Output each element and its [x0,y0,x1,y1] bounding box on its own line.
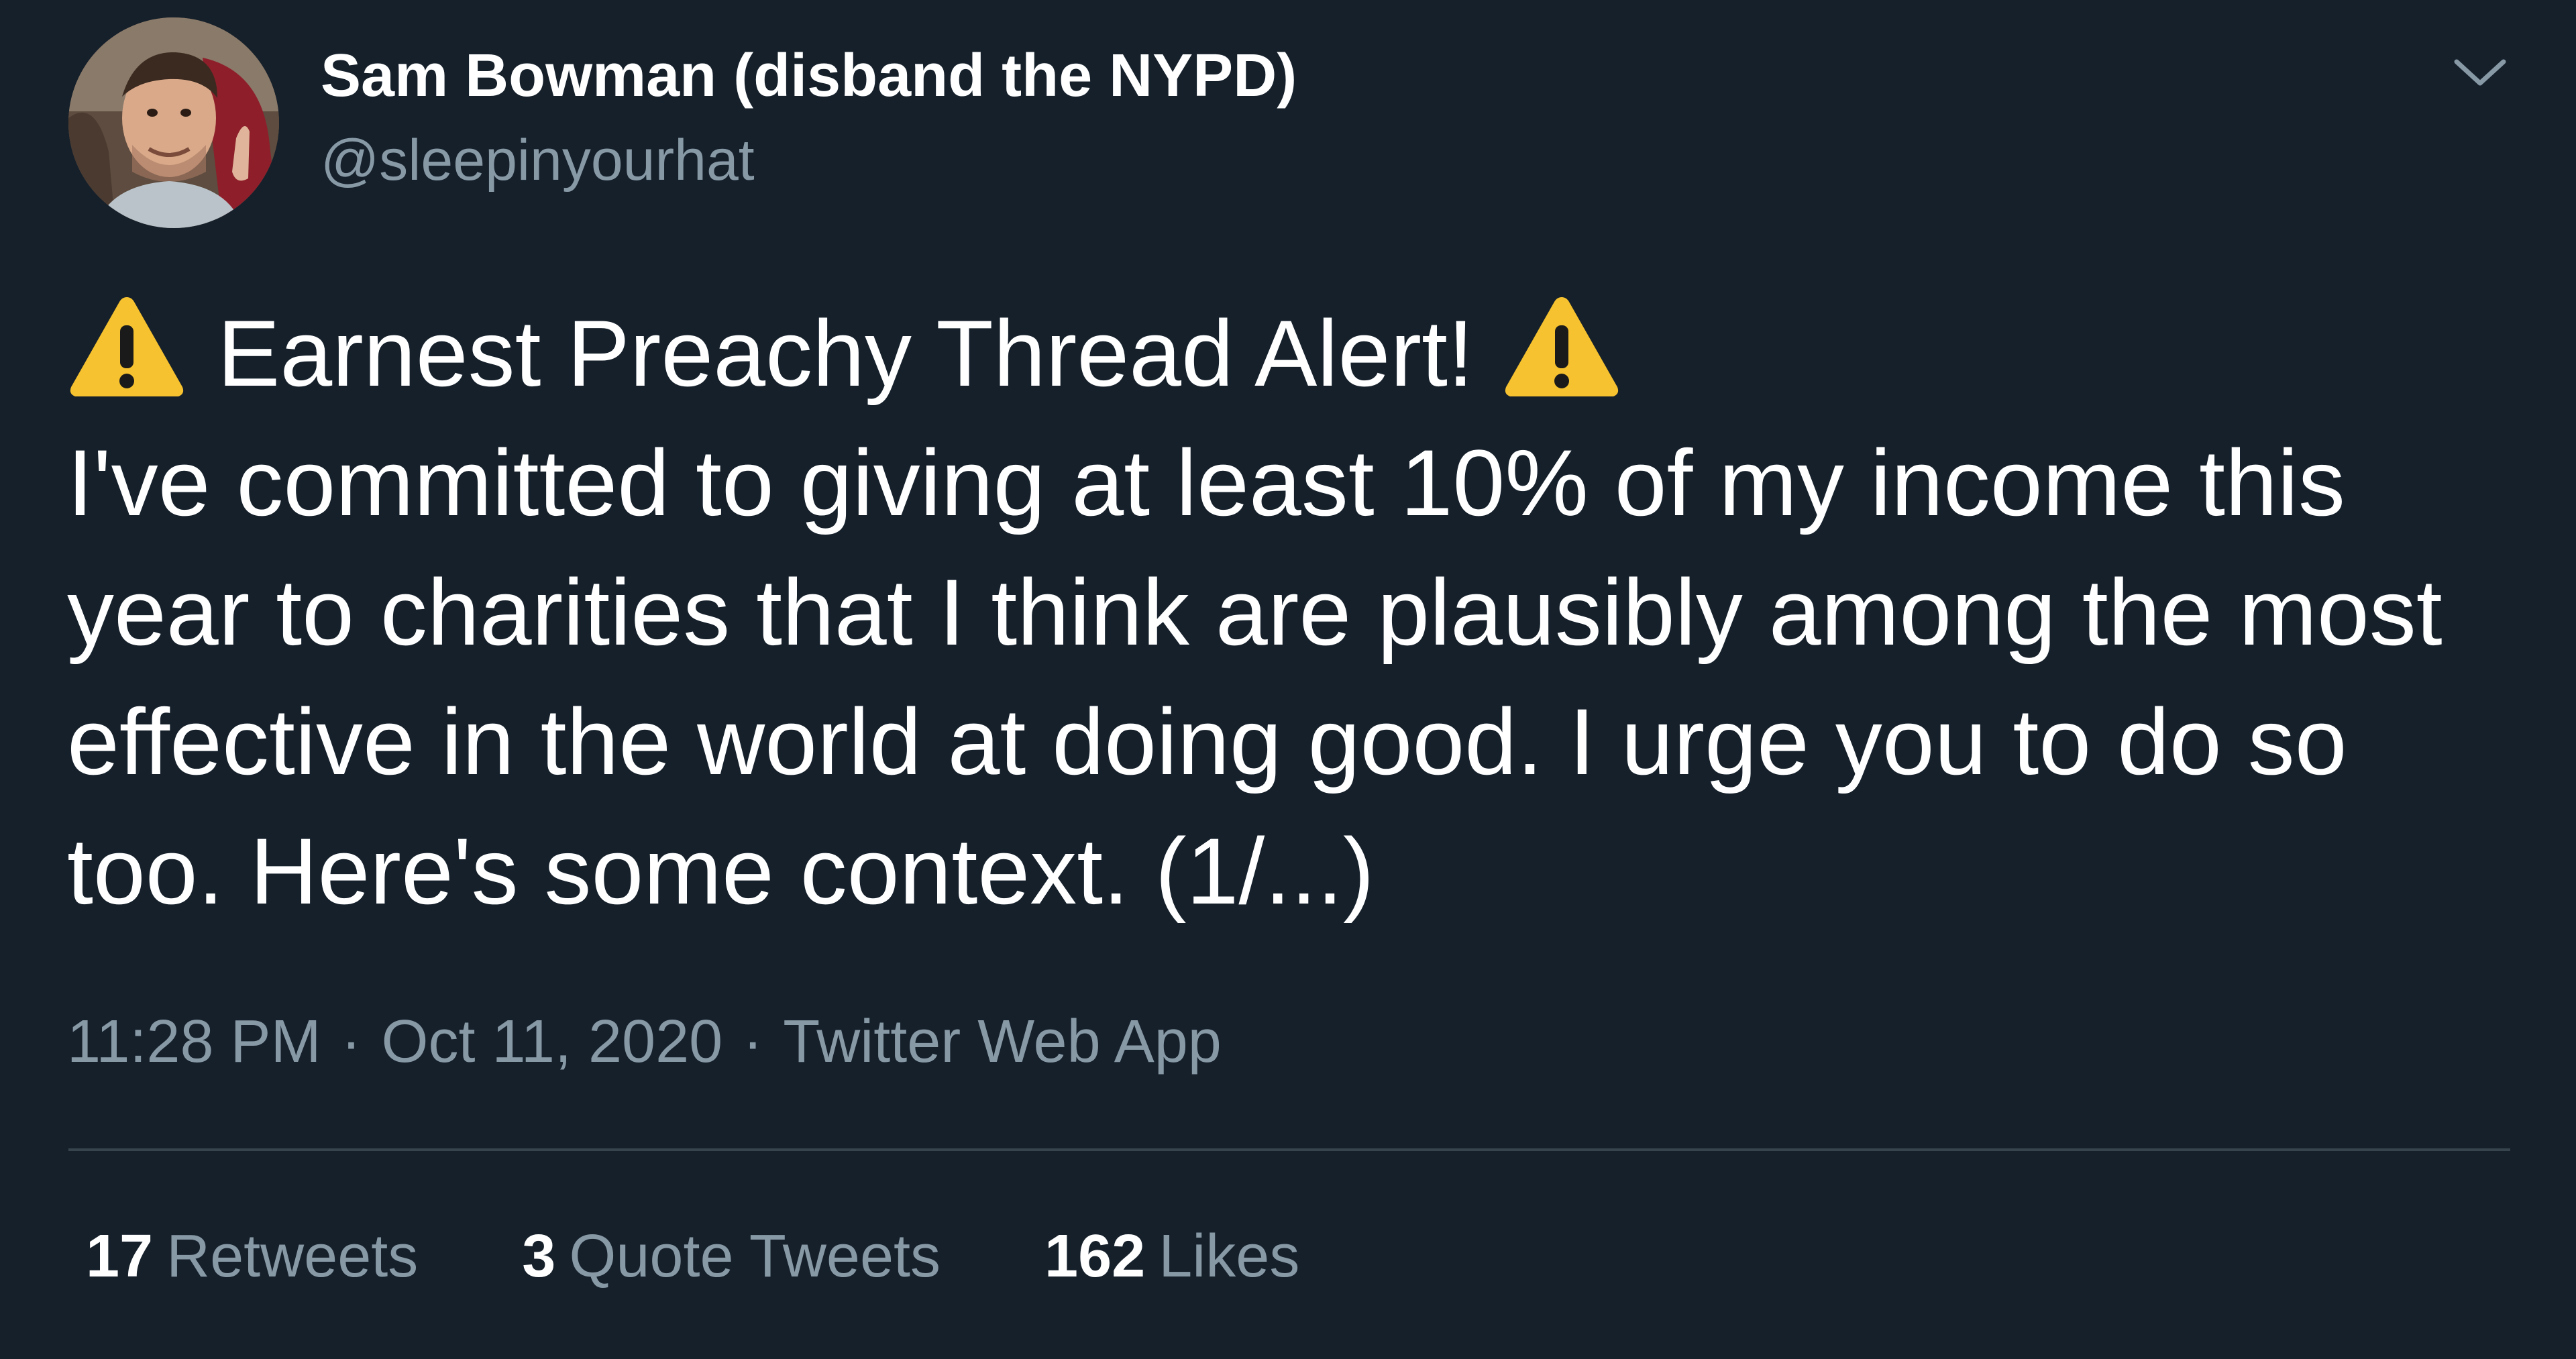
author-name[interactable]: Sam Bowman (disband the NYPD) [321,42,1297,111]
meta-separator: · [341,1008,362,1075]
tweet-text: Earnest Preachy Thread Alert! I've commi… [67,288,2536,936]
retweets-label: Retweets [166,1223,419,1290]
tweet-headline-line: Earnest Preachy Thread Alert! [67,288,2536,418]
meta-separator: · [743,1008,763,1075]
retweets-stat[interactable]: 17 Retweets [86,1222,418,1291]
warning-icon [70,297,184,396]
divider [68,1148,2510,1151]
retweets-count: 17 [86,1223,154,1290]
chevron-down-icon[interactable] [2450,52,2510,93]
tweet-date[interactable]: Oct 11, 2020 [382,1008,723,1075]
tweet-headline: Earnest Preachy Thread Alert! [217,301,1474,406]
quote-tweets-label: Quote Tweets [569,1223,941,1290]
quote-tweets-stat[interactable]: 3 Quote Tweets [522,1222,941,1291]
quote-tweets-count: 3 [522,1223,556,1290]
tweet-line: year to charities that I think are plaus… [67,559,2443,665]
likes-label: Likes [1159,1223,1300,1290]
tweet-meta: 11:28 PM · Oct 11, 2020 · Twitter Web App [67,1008,1222,1077]
tweet-line: effective in the world at doing good. I … [67,689,2347,794]
tweet-time[interactable]: 11:28 PM [67,1008,321,1075]
tweet-line: too. Here's some context. (1/...) [67,818,1375,924]
tweet-stats: 17 Retweets 3 Quote Tweets 162 Likes [86,1222,1387,1291]
tweet-source[interactable]: Twitter Web App [783,1008,1222,1075]
tweet-card: Sam Bowman (disband the NYPD) @sleepinyo… [0,0,2576,1359]
avatar-photo [68,17,279,228]
avatar[interactable] [68,17,279,228]
tweet-line: I've committed to giving at least 10% of… [67,430,2345,535]
likes-count: 162 [1044,1223,1146,1290]
warning-icon [1505,297,1618,396]
author-handle[interactable]: @sleepinyourhat [321,127,755,194]
likes-stat[interactable]: 162 Likes [1044,1222,1299,1291]
